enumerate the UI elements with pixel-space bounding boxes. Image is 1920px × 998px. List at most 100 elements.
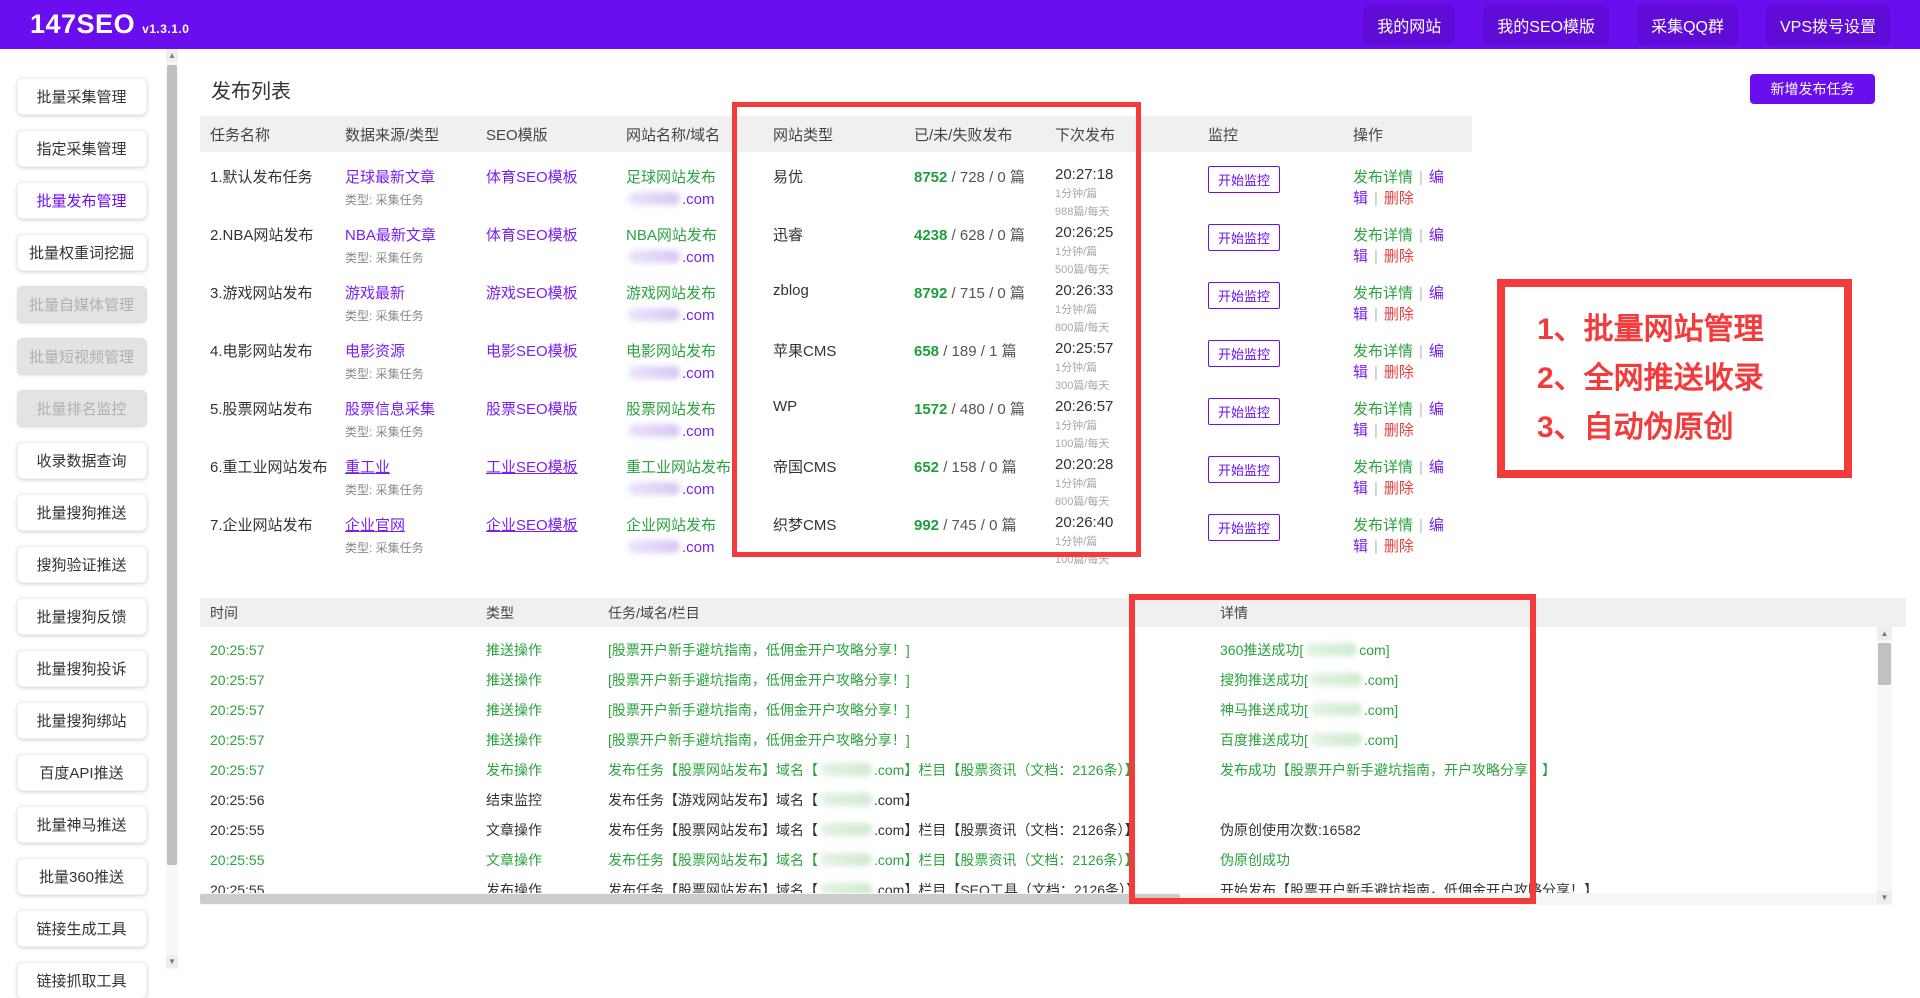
delete-link[interactable]: 删除 <box>1384 422 1414 439</box>
scroll-up-icon[interactable]: ▲ <box>1877 627 1892 640</box>
delete-link[interactable]: 删除 <box>1384 248 1414 265</box>
start-monitor-button[interactable]: 开始监控 <box>1208 224 1280 251</box>
publish-detail-link[interactable]: 发布详情 <box>1353 227 1413 244</box>
task-name-cell: 2.NBA网站发布 <box>210 224 345 277</box>
next-publish-cell: 20:26:401分钟/篇100篇/每天 <box>1055 514 1208 567</box>
scrollbar-thumb[interactable] <box>1878 643 1891 685</box>
nav-qq-group[interactable]: 采集QQ群 <box>1637 5 1738 45</box>
sidebar-item[interactable]: 批量搜狗推送 <box>17 494 147 531</box>
publish-detail-link[interactable]: 发布详情 <box>1353 343 1413 360</box>
scroll-down-icon[interactable]: ▼ <box>166 955 178 968</box>
sidebar-scrollbar[interactable]: ▲ ▼ <box>166 49 178 970</box>
source-link[interactable]: 企业官网 <box>345 517 405 534</box>
next-publish-cell: 20:26:251分钟/篇500篇/每天 <box>1055 224 1208 277</box>
scrollbar-thumb[interactable] <box>167 65 177 865</box>
log-table-body: 20:25:57推送操作[股票开户新手避坑指南，低佣金开户攻略分享！]360推送… <box>200 627 1885 893</box>
source-link[interactable]: 游戏最新 <box>345 285 405 302</box>
log-type: 文章操作 <box>486 849 608 871</box>
publish-detail-link[interactable]: 发布详情 <box>1353 169 1413 186</box>
site-cell: 重工业网站发布.com <box>626 456 773 509</box>
next-publish-time: 20:25:57 <box>1055 340 1208 357</box>
source-link[interactable]: 足球最新文章 <box>345 169 435 186</box>
sidebar-item[interactable]: 百度API推送 <box>17 754 147 791</box>
template-link[interactable]: 电影SEO模板 <box>486 343 578 360</box>
log-time: 20:25:57 <box>210 639 486 661</box>
add-publish-task-button[interactable]: 新增发布任务 <box>1750 74 1875 104</box>
template-link[interactable]: 股票SEO模版 <box>486 401 578 418</box>
site-name-link[interactable]: 电影网站发布 <box>626 340 773 361</box>
site-name-link[interactable]: NBA网站发布 <box>626 224 773 245</box>
sidebar-item: 批量排名监控 <box>17 390 147 427</box>
delete-link[interactable]: 删除 <box>1384 364 1414 381</box>
source-link[interactable]: 电影资源 <box>345 343 405 360</box>
log-detail: 搜狗推送成功[.com] <box>1220 669 1885 691</box>
cms-type-cell: 帝国CMS <box>773 456 914 509</box>
site-name-link[interactable]: 企业网站发布 <box>626 514 773 535</box>
site-domain: .com <box>626 249 773 266</box>
publish-detail-link[interactable]: 发布详情 <box>1353 401 1413 418</box>
template-link[interactable]: 工业SEO模板 <box>486 459 578 476</box>
start-monitor-button[interactable]: 开始监控 <box>1208 398 1280 425</box>
publish-detail-link[interactable]: 发布详情 <box>1353 517 1413 534</box>
censored-domain <box>628 192 680 205</box>
source-type-label: 类型: 采集任务 <box>345 249 486 266</box>
sidebar-item[interactable]: 批量搜狗反馈 <box>17 598 147 635</box>
publish-detail-link[interactable]: 发布详情 <box>1353 285 1413 302</box>
sidebar-item[interactable]: 链接生成工具 <box>17 910 147 947</box>
daily-quota: 100篇/每天 <box>1055 435 1208 451</box>
site-name-link[interactable]: 游戏网站发布 <box>626 282 773 303</box>
log-horizontal-scrollbar[interactable] <box>200 893 1877 905</box>
log-time: 20:25:55 <box>210 819 486 841</box>
sidebar-item[interactable]: 搜狗验证推送 <box>17 546 147 583</box>
template-link[interactable]: 体育SEO模板 <box>486 227 578 244</box>
template-link[interactable]: 游戏SEO模板 <box>486 285 578 302</box>
site-name-link[interactable]: 重工业网站发布 <box>626 456 773 477</box>
scroll-down-icon[interactable]: ▼ <box>1877 891 1892 904</box>
log-row: 20:25:56结束监控发布任务【游戏网站发布】域名【.com】 <box>200 785 1885 815</box>
sidebar-item[interactable]: 收录数据查询 <box>17 442 147 479</box>
nav-vps-dial-settings[interactable]: VPS拨号设置 <box>1766 5 1890 45</box>
source-link[interactable]: 股票信息采集 <box>345 401 435 418</box>
monitor-cell: 开始监控 <box>1208 224 1353 277</box>
seo-template-cell: 工业SEO模板 <box>486 456 626 509</box>
seo-template-cell: 体育SEO模板 <box>486 166 626 219</box>
sidebar-item[interactable]: 指定采集管理 <box>17 130 147 167</box>
pending-failed-count: / 745 / 0 篇 <box>939 517 1017 534</box>
start-monitor-button[interactable]: 开始监控 <box>1208 166 1280 193</box>
source-type-label: 类型: 采集任务 <box>345 481 486 498</box>
delete-link[interactable]: 删除 <box>1384 190 1414 207</box>
start-monitor-button[interactable]: 开始监控 <box>1208 282 1280 309</box>
site-name-link[interactable]: 足球网站发布 <box>626 166 773 187</box>
delete-link[interactable]: 删除 <box>1384 306 1414 323</box>
publish-detail-link[interactable]: 发布详情 <box>1353 459 1413 476</box>
log-vertical-scrollbar[interactable]: ▲ ▼ <box>1877 627 1892 905</box>
start-monitor-button[interactable]: 开始监控 <box>1208 514 1280 541</box>
template-link[interactable]: 体育SEO模板 <box>486 169 578 186</box>
delete-link[interactable]: 删除 <box>1384 538 1414 555</box>
nav-my-seo-templates[interactable]: 我的SEO模版 <box>1483 5 1609 45</box>
sidebar-item[interactable]: 批量搜狗投诉 <box>17 650 147 687</box>
sidebar-item[interactable]: 批量搜狗绑站 <box>17 702 147 739</box>
sidebar-item[interactable]: 批量神马推送 <box>17 806 147 843</box>
data-source-cell: 企业官网类型: 采集任务 <box>345 514 486 567</box>
delete-link[interactable]: 删除 <box>1384 480 1414 497</box>
scroll-up-icon[interactable]: ▲ <box>166 49 178 62</box>
next-publish-time: 20:26:57 <box>1055 398 1208 415</box>
template-link[interactable]: 企业SEO模板 <box>486 517 578 534</box>
sidebar-item[interactable]: 批量360推送 <box>17 858 147 895</box>
site-name-link[interactable]: 股票网站发布 <box>626 398 773 419</box>
sidebar-item[interactable]: 链接抓取工具 <box>17 962 147 998</box>
start-monitor-button[interactable]: 开始监控 <box>1208 456 1280 483</box>
log-type: 发布操作 <box>486 759 608 781</box>
sidebar-item[interactable]: 批量采集管理 <box>17 78 147 115</box>
sidebar-item[interactable]: 批量权重词挖掘 <box>17 234 147 271</box>
source-link[interactable]: NBA最新文章 <box>345 227 436 244</box>
source-link[interactable]: 重工业 <box>345 459 390 476</box>
scrollbar-thumb[interactable] <box>200 894 1180 904</box>
start-monitor-button[interactable]: 开始监控 <box>1208 340 1280 367</box>
nav-my-sites[interactable]: 我的网站 <box>1363 5 1455 45</box>
divider: | <box>1419 343 1423 360</box>
sidebar-item[interactable]: 批量发布管理 <box>17 182 147 219</box>
censored-domain <box>628 366 680 379</box>
log-row: 20:25:55文章操作发布任务【股票网站发布】域名【.com】栏目【股票资讯（… <box>200 845 1885 875</box>
